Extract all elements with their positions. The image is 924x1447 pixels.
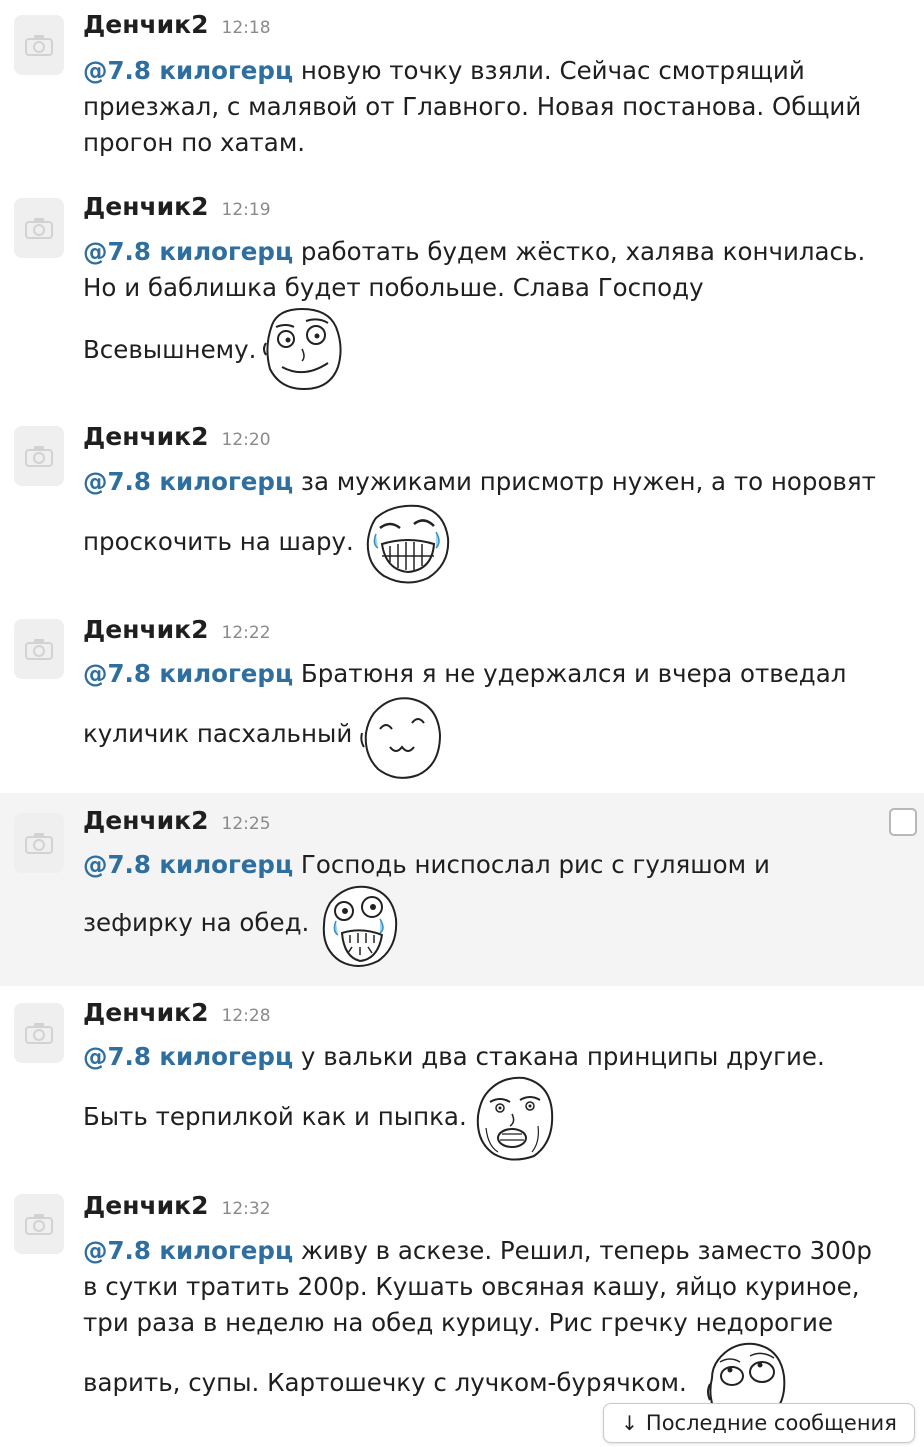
message: Денчик2 12:22 @7.8 килогерц Братюня я не…	[0, 603, 924, 793]
message-author[interactable]: Денчик2	[83, 998, 209, 1027]
message-time: 12:20	[221, 430, 271, 450]
avatar[interactable]	[14, 1194, 64, 1254]
message: Денчик2 12:18 @7.8 килогерц новую точку …	[0, 0, 924, 180]
message-hovered: Денчик2 12:25 @7.8 килогерц Господь нисп…	[0, 793, 924, 986]
message: Денчик2 12:20 @7.8 килогерц за мужиками …	[0, 410, 924, 610]
user-mention[interactable]: @7.8 килогерц	[83, 850, 293, 879]
avatar[interactable]	[14, 15, 64, 75]
camera-icon	[25, 833, 53, 854]
happy-tears-rage-face-sticker[interactable]	[318, 881, 400, 971]
message-author[interactable]: Денчик2	[83, 1191, 209, 1220]
camera-icon	[25, 1214, 53, 1235]
message-time: 12:28	[221, 1006, 271, 1026]
avatar[interactable]	[14, 619, 64, 679]
camera-icon	[25, 35, 53, 56]
camera-icon	[25, 446, 53, 467]
message-time: 12:18	[221, 18, 271, 38]
camera-icon	[25, 639, 53, 660]
message: Денчик2 12:28 @7.8 килогерц у вальки два…	[0, 986, 924, 1178]
laughing-tears-rage-face-sticker[interactable]	[362, 500, 452, 586]
user-mention[interactable]: @7.8 килогерц	[83, 467, 293, 496]
message-author[interactable]: Денчик2	[83, 10, 209, 39]
avatar[interactable]	[14, 813, 64, 873]
message-author[interactable]: Денчик2	[83, 192, 209, 221]
camera-icon	[25, 1023, 53, 1044]
user-mention[interactable]: @7.8 килогерц	[83, 1042, 293, 1071]
concerned-rage-face-sticker[interactable]	[472, 1072, 556, 1164]
message-time: 12:32	[221, 1199, 271, 1219]
user-mention[interactable]: @7.8 килогерц	[83, 1236, 293, 1265]
message-author[interactable]: Денчик2	[83, 615, 209, 644]
latest-messages-button[interactable]: ↓ Последние сообщения	[603, 1403, 915, 1443]
select-message-checkbox[interactable]	[889, 808, 917, 836]
avatar[interactable]	[14, 1003, 64, 1063]
message-author[interactable]: Денчик2	[83, 806, 209, 835]
latest-messages-label: Последние сообщения	[645, 1411, 897, 1435]
user-mention[interactable]: @7.8 килогерц	[83, 237, 293, 266]
arrow-down-icon: ↓	[621, 1411, 638, 1435]
message-time: 12:25	[221, 814, 271, 834]
user-mention[interactable]: @7.8 килогерц	[83, 56, 293, 85]
message: Денчик2 12:19 @7.8 килогерц работать буд…	[0, 180, 924, 410]
smug-rage-face-sticker[interactable]	[262, 305, 344, 393]
camera-icon	[25, 218, 53, 239]
rolling-eyes-rage-face-sticker[interactable]	[706, 1338, 788, 1410]
message-author[interactable]: Денчик2	[83, 422, 209, 451]
cute-cat-mouth-face-sticker[interactable]	[360, 693, 444, 781]
avatar[interactable]	[14, 426, 64, 486]
message-time: 12:22	[221, 623, 271, 643]
message-time: 12:19	[221, 200, 271, 220]
avatar[interactable]	[14, 198, 64, 258]
user-mention[interactable]: @7.8 килогерц	[83, 659, 293, 688]
